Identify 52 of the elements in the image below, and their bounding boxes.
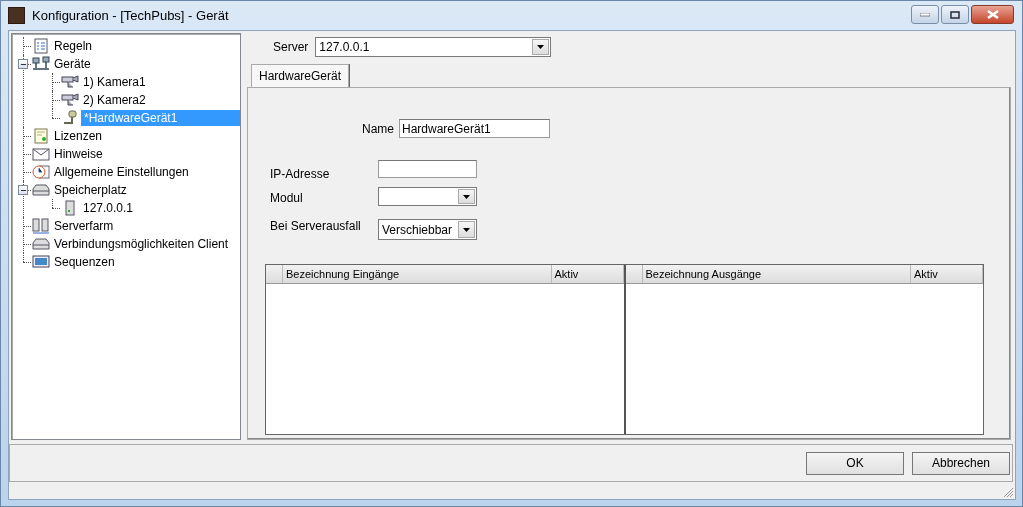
app-icon [8,7,25,24]
device-icon [61,110,79,126]
tree-item[interactable]: Regeln [52,38,95,54]
minimize-button[interactable] [911,5,939,24]
failover-label: Bei Serverausfall [270,219,362,233]
tab[interactable]: HardwareGerät [251,64,350,87]
maximize-icon [950,10,960,19]
tree-item[interactable]: 127.0.0.1 [81,200,136,216]
camera-icon [61,74,79,90]
drive-icon [32,182,50,198]
tree-item[interactable]: Lizenzen [52,128,105,144]
tree-item[interactable]: Allgemeine Einstellungen [52,164,191,180]
monitor-icon [32,254,50,270]
document-icon [32,38,50,54]
tree-item[interactable]: Speicherplatz [52,182,129,198]
column-header[interactable]: Aktiv [911,265,983,283]
tree-item[interactable]: 2) Kamera2 [81,92,148,108]
name-field[interactable]: HardwareGerät1 [399,119,550,138]
cancel-button[interactable]: Abbrechen [912,451,1010,475]
column-header[interactable]: Bezeichnung Eingänge [283,265,552,283]
resize-grip-icon [1003,487,1014,498]
tree-item[interactable]: 1) Kamera1 [81,74,148,90]
tree-item[interactable]: Geräte [52,56,93,72]
ip-address-label: IP-Adresse [270,167,331,181]
mail-icon [32,146,50,162]
failover-dropdown[interactable]: Verschiebbar [378,219,477,240]
tree-item[interactable]: Hinweise [52,146,105,162]
clock-icon [32,164,50,180]
minimize-icon [920,12,930,17]
servers-icon [32,218,50,234]
column-header[interactable]: Bezeichnung Ausgänge [642,265,911,283]
maximize-button[interactable] [941,5,969,24]
server-dropdown[interactable]: 127.0.0.1 [315,36,552,57]
column-header[interactable]: Aktiv [551,265,624,283]
collapse-toggle[interactable] [18,59,28,69]
license-icon [32,128,50,144]
close-button[interactable] [971,5,1014,24]
module-dropdown[interactable] [378,187,477,206]
tree-item[interactable]: Sequenzen [52,254,117,270]
camera-icon [61,92,79,108]
window-title: Konfiguration - [TechPubs] - Gerät [32,8,229,23]
network-icon [32,56,50,72]
tree-item[interactable]: Verbindungsmöglichkeiten Client [52,236,231,252]
ok-button[interactable]: OK [806,451,904,475]
ip-address-field[interactable] [378,160,477,178]
drive-icon [32,236,50,252]
collapse-toggle[interactable] [18,185,28,195]
server-label: Server [273,39,309,54]
module-label: Modul [270,191,304,205]
close-icon [986,10,999,19]
tree-item[interactable]: Serverfarm [52,218,116,234]
name-label: Name [362,121,394,136]
